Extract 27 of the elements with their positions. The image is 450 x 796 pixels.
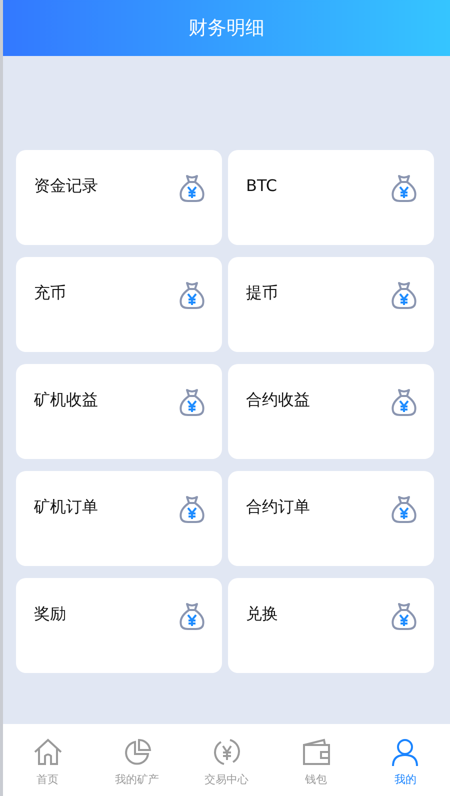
home-icon: [32, 737, 63, 767]
menu-card[interactable]: 兑换: [228, 578, 434, 673]
menu-card[interactable]: 矿机收益: [16, 364, 222, 459]
menu-card[interactable]: BTC: [228, 150, 434, 245]
menu-card[interactable]: 充币: [16, 257, 222, 352]
card-label: 充币: [34, 283, 66, 304]
menu-card[interactable]: 合约收益: [228, 364, 434, 459]
user-icon: [390, 737, 420, 767]
menu-card[interactable]: 资金记录: [16, 150, 222, 245]
menu-card[interactable]: 矿机订单: [16, 471, 222, 566]
card-label: 提币: [246, 283, 278, 304]
page-title: 财务明细: [188, 16, 264, 41]
card-label: 矿机订单: [34, 497, 98, 518]
nav-tab[interactable]: 我的: [360, 724, 450, 796]
wallet-icon: [300, 737, 331, 767]
pie-chart-icon: [122, 737, 152, 767]
card-label: 奖励: [34, 604, 66, 625]
card-label: 资金记录: [34, 176, 98, 197]
menu-card[interactable]: 合约订单: [228, 471, 434, 566]
card-label: 兑换: [246, 604, 278, 625]
card-label: 合约订单: [246, 497, 310, 518]
card-label: BTC: [246, 176, 277, 195]
menu-card[interactable]: 奖励: [16, 578, 222, 673]
yuan-exchange-icon: [212, 737, 242, 767]
card-label: 合约收益: [246, 390, 310, 411]
card-label: 矿机收益: [34, 390, 98, 411]
menu-card[interactable]: 提币: [228, 257, 434, 352]
